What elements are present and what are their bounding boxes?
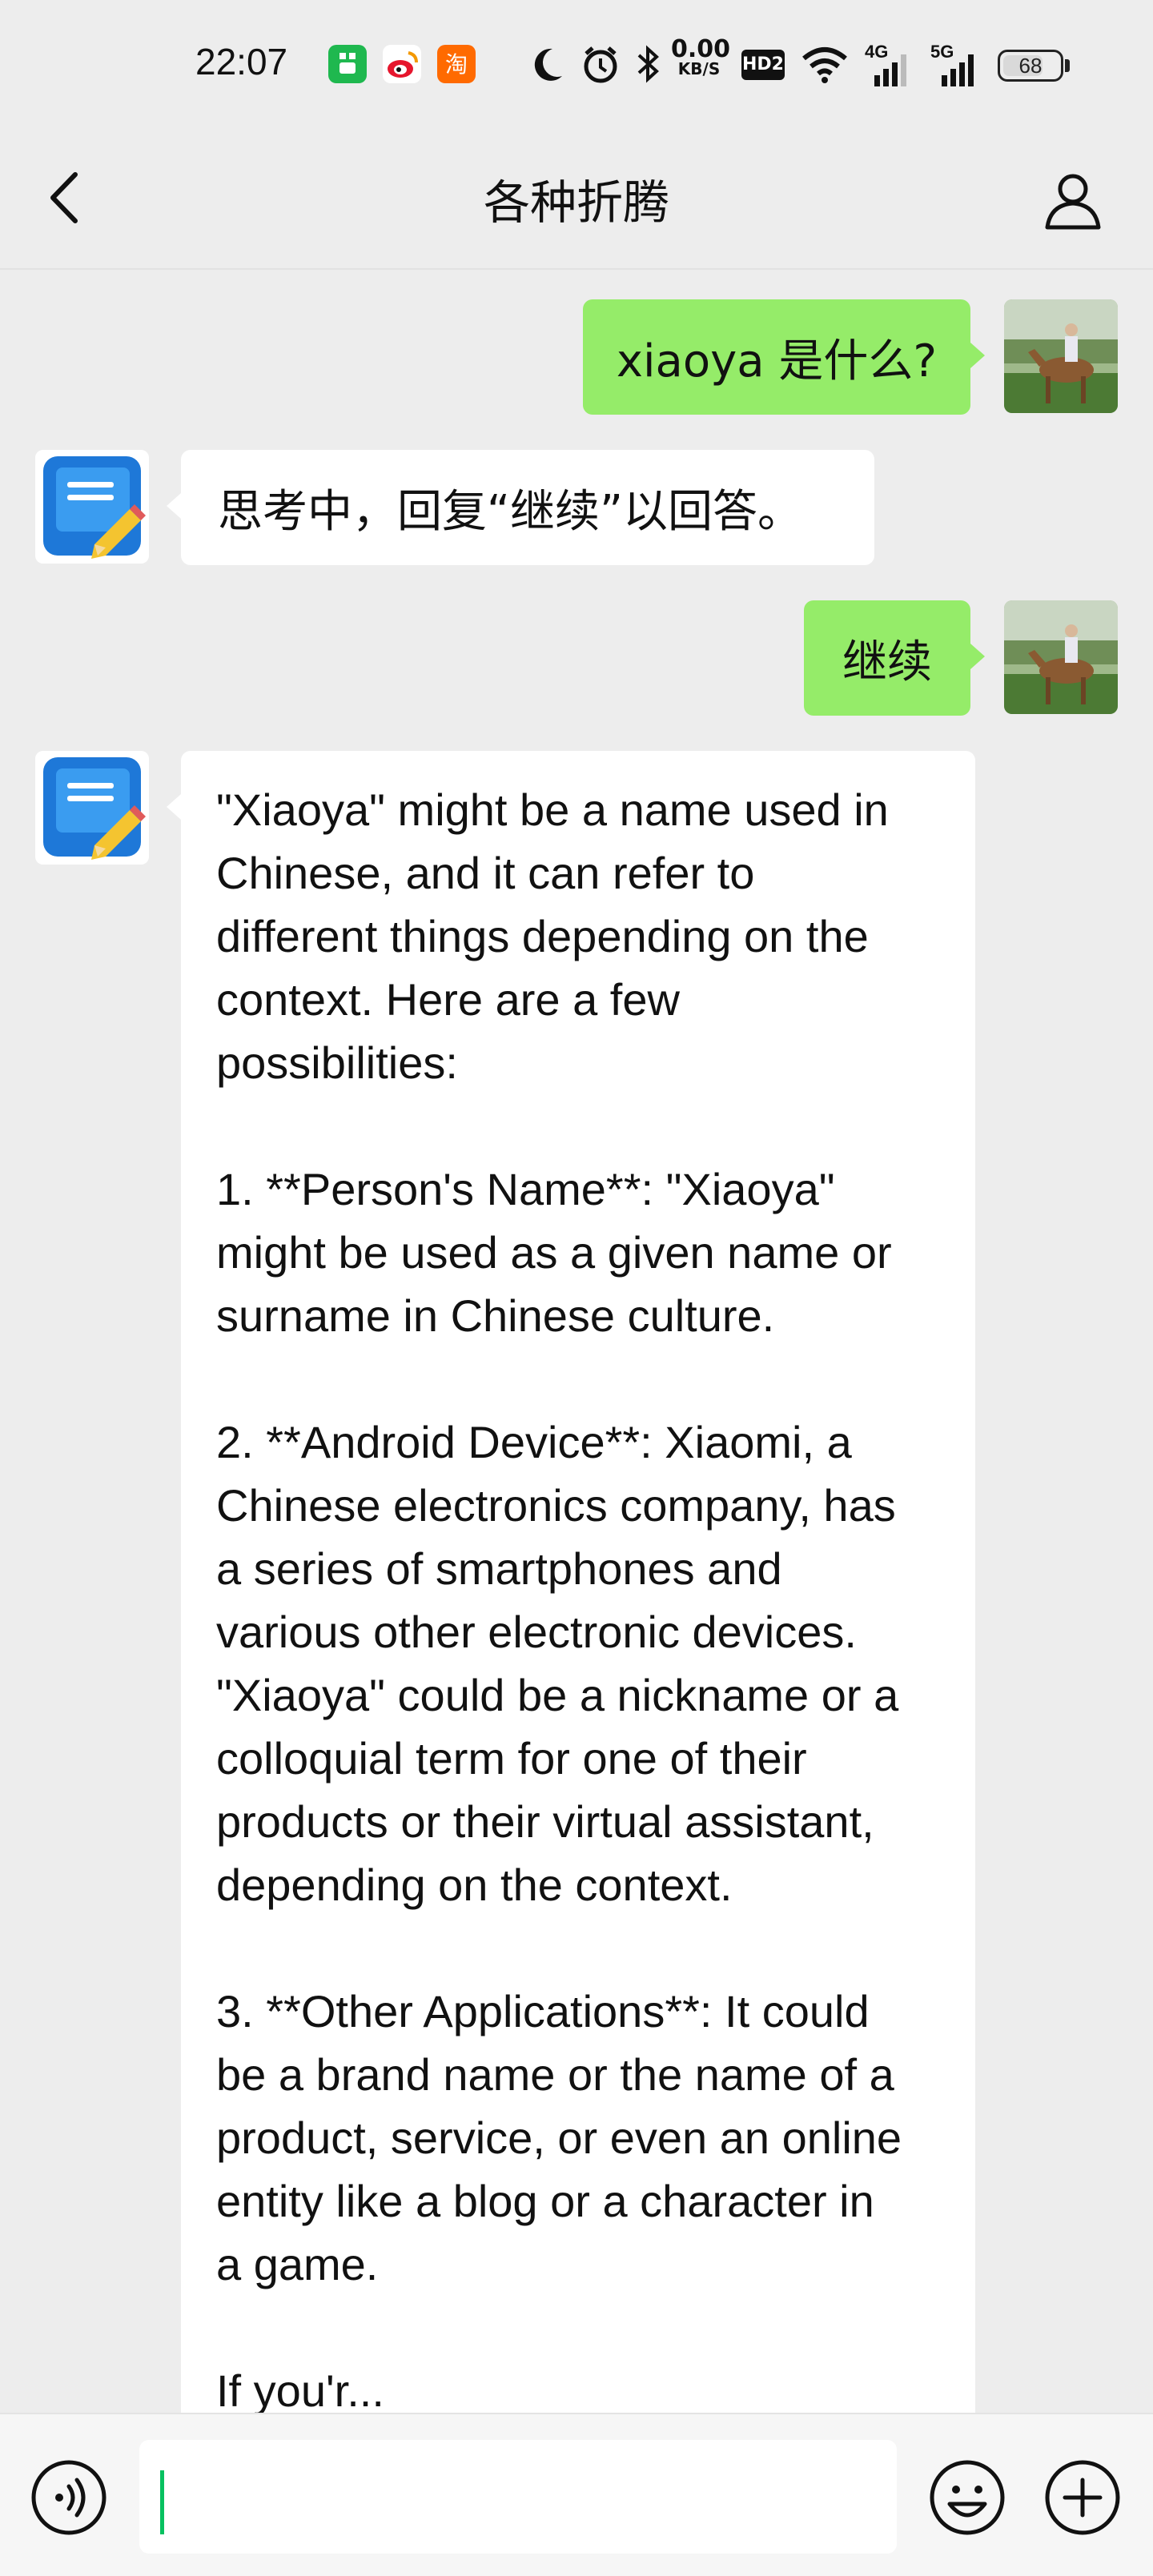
message-bubble-outgoing[interactable]: 继续	[804, 600, 970, 716]
cellular-signal-icon	[874, 54, 906, 86]
person-icon	[1045, 174, 1101, 230]
notebook-pencil-icon	[35, 751, 149, 865]
chat-info-button[interactable]	[1033, 160, 1113, 240]
bubble-tail	[970, 644, 985, 669]
user-photo-avatar	[1004, 299, 1118, 413]
status-time: 22:07	[195, 41, 288, 82]
message-text: 思考中，回复“继续”以回答。	[218, 485, 803, 538]
moon-icon	[534, 48, 562, 81]
input-bar	[0, 2413, 1153, 2576]
bot-avatar[interactable]	[35, 751, 149, 865]
my-avatar[interactable]	[1004, 299, 1118, 413]
chat-header: 各种折腾	[0, 120, 1153, 270]
bubble-tail	[970, 343, 985, 368]
status-bar: 22:07 淘 0.00 KB/S HD2 4G 5G 68	[0, 0, 1153, 120]
net-speed-value: 0.00	[671, 35, 731, 63]
hd-badge: HD2	[741, 50, 785, 80]
user-photo-avatar	[1004, 600, 1118, 714]
message-text: xiaoya 是什么?	[616, 335, 938, 387]
notebook-pencil-icon	[35, 450, 149, 564]
more-options-button[interactable]	[1043, 2458, 1123, 2538]
network-speed: 0.00 KB/S	[671, 35, 731, 78]
voice-input-button[interactable]	[29, 2458, 109, 2538]
svg-text:淘: 淘	[445, 51, 468, 78]
my-avatar[interactable]	[1004, 600, 1118, 714]
battery-tip	[1065, 59, 1070, 72]
message-bubble-incoming[interactable]: "Xiaoya" might be a name used in Chinese…	[181, 751, 975, 2432]
bubble-tail	[167, 794, 181, 820]
voice-icon	[31, 2460, 106, 2535]
bubble-tail	[167, 493, 181, 519]
emoji-button[interactable]	[927, 2458, 1007, 2538]
wifi-icon	[802, 47, 847, 83]
alarm-icon	[584, 46, 617, 83]
cellular-signal-icon	[942, 54, 974, 86]
taobao-icon: 淘	[437, 45, 476, 83]
page-title: 各种折腾	[483, 175, 669, 230]
plus-icon	[1045, 2460, 1120, 2535]
bot-avatar[interactable]	[35, 450, 149, 564]
message-bubble-incoming[interactable]: 思考中，回复“继续”以回答。	[181, 450, 874, 565]
message-text: "Xiaoya" might be a name used in Chinese…	[216, 784, 902, 2416]
message-text: 继续	[842, 636, 932, 688]
text-caret	[160, 2470, 164, 2534]
smiley-icon	[930, 2460, 1005, 2535]
message-bubble-outgoing[interactable]: xiaoya 是什么?	[583, 299, 970, 415]
message-input[interactable]	[139, 2440, 897, 2554]
net-speed-unit: KB/S	[677, 59, 721, 78]
battery-icon: 68	[998, 50, 1063, 82]
app-badge-green-icon	[328, 45, 367, 83]
bluetooth-icon	[637, 45, 659, 83]
weibo-icon	[383, 45, 421, 83]
battery-level: 68	[1018, 54, 1043, 78]
